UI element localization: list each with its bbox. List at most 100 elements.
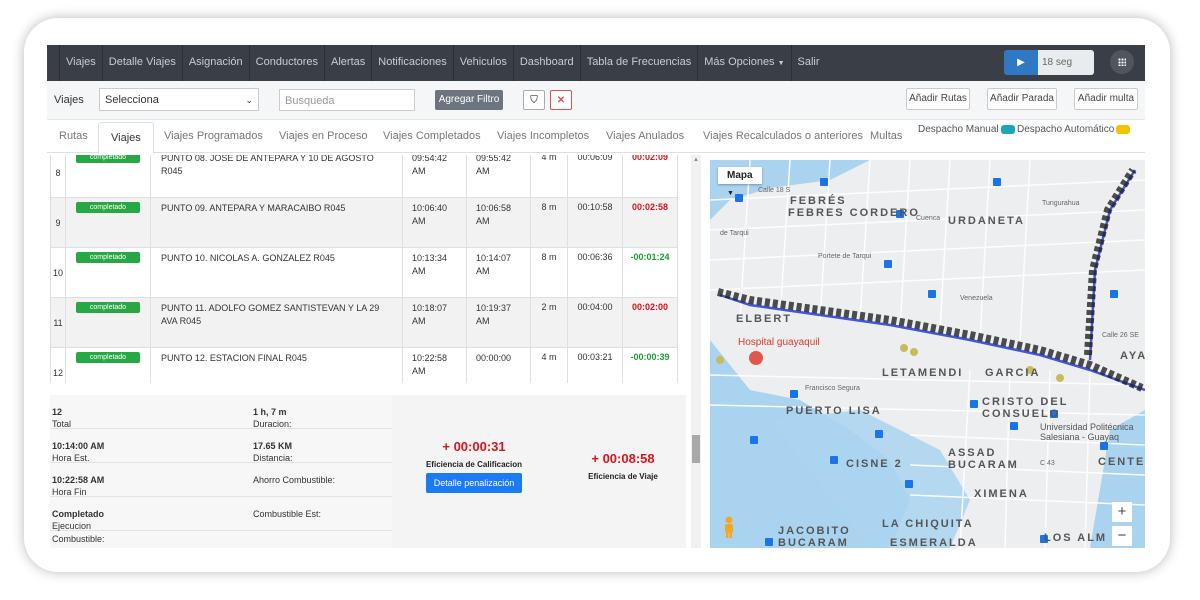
filter-button[interactable]: ⛉ [523, 90, 545, 110]
map-type-dropdown[interactable]: Mapa ▼ [718, 167, 762, 197]
hora-est: Hora Est. Fin Viaje: 10:14:00 AM [52, 441, 104, 473]
status-cell: completado [65, 155, 151, 198]
est-time-cell: 10:06:40 AM [402, 197, 467, 248]
refresh-timer: 18 seg [1038, 50, 1094, 75]
add-filter-button[interactable]: Agregar Filtro [435, 90, 503, 110]
street-label: de Tarqui [720, 230, 749, 237]
status-cell: completado [65, 297, 151, 348]
nav-item-conductores[interactable]: Conductores [248, 45, 324, 81]
total-tareas: Total de Tareas: 12 [52, 407, 82, 449]
status-badge: completado [76, 202, 140, 213]
street-label: Francisco Segura [805, 385, 860, 392]
duration-cell: 00:10:58 [567, 197, 623, 248]
map-label: FEBRES CORDERO [788, 207, 920, 219]
total-tareas-value: 12 [52, 407, 63, 417]
viajes-select-value: Selecciona [105, 94, 159, 106]
map-label: URDANETA [948, 215, 1025, 227]
play-button[interactable]: ▶ [1004, 50, 1038, 75]
summary-row: Ejecucion Ruta: Completado Combustible E… [50, 497, 392, 541]
tab-bar: Rutas Viajes Viajes Programados Viajes e… [47, 120, 1145, 154]
despacho-manual-legend: Despacho Manual [918, 124, 1015, 135]
clear-filter-button[interactable]: ✕ [550, 90, 572, 110]
diff-cell: -00:00:39 [622, 347, 678, 383]
tab-viajes-anulados[interactable]: Viajes Anulados [606, 120, 684, 152]
nav-item-mas-opciones[interactable]: Más Opciones ▼ [697, 45, 790, 81]
summary-row: Total de Tareas: 12 Duracion: 1 h, 7 m [50, 395, 392, 449]
summary-grid: Total de Tareas: 12 Duracion: 1 h, 7 m H… [50, 395, 392, 548]
route-map[interactable]: Mapa ▼ FEBRÉS FEBRES CORDERO URDANETA LE… [710, 160, 1145, 548]
punto-cell: PUNTO 09. ANTEPARA Y MARACAIBO R045 [150, 197, 403, 248]
nav-item-detalle-viajes[interactable]: Detalle Viajes [101, 45, 182, 81]
viajes-select[interactable]: Selecciona ⌄ [99, 88, 259, 111]
nav-item-salir[interactable]: Salir [790, 45, 826, 81]
chevron-down-icon: ⌄ [245, 95, 253, 105]
street-label: Tungurahua [1042, 200, 1080, 207]
calificacion-efficiency: + 00:00:31 Eficiencia de Calificacion De… [410, 439, 538, 493]
nav-item-notificaciones[interactable]: Notificaciones [371, 45, 452, 81]
nav-item-dashboard[interactable]: Dashboard [512, 45, 580, 81]
duracion-value: 1 h, 7 m [253, 407, 287, 417]
hora-fin-value: 10:22:58 AM [52, 475, 105, 485]
tab-viajes[interactable]: Viajes [98, 122, 154, 154]
apps-grid-button[interactable] [1110, 50, 1134, 74]
tab-multas[interactable]: Multas [870, 120, 902, 152]
tab-viajes-incompletos[interactable]: Viajes Incompletos [497, 120, 589, 152]
despacho-auto-label: Despacho Automático [1017, 124, 1115, 135]
pegman-icon[interactable] [722, 516, 736, 538]
real-time: 09:55:42 [476, 155, 512, 163]
zoom-in-button[interactable]: + [1112, 502, 1132, 522]
real-time-cell: 00:00:00 [466, 347, 531, 383]
summary-row: Hora Est. Fin Viaje: 10:14:00 AM Distanc… [50, 429, 392, 473]
zoom-out-button[interactable]: − [1112, 526, 1132, 546]
real-time: 10:06:58 [476, 203, 512, 213]
caret-down-icon: ▼ [777, 60, 785, 67]
add-routes-button[interactable]: Añadir Rutas [906, 88, 970, 110]
distancia: Distancia: 17.65 KM [253, 441, 293, 463]
despacho-manual-swatch [1000, 124, 1015, 134]
minutes-cell: 8 m [530, 247, 568, 298]
tab-viajes-programados[interactable]: Viajes Programados [164, 120, 263, 152]
panel-scrollbar[interactable]: ▲ [691, 155, 701, 548]
search-input[interactable]: Busqueda [279, 89, 415, 111]
est-ampm: AM [412, 316, 426, 326]
duration-cell: 00:06:09 [567, 155, 623, 198]
minutes-cell: 4 m [530, 155, 568, 198]
row-number: 8 [50, 155, 66, 198]
punto-cell: PUNTO 08. JOSE DE ANTEPARA Y 10 DE AGOST… [150, 155, 403, 198]
est-time: 10:22:58 [412, 353, 448, 363]
tab-viajes-recalculados[interactable]: Viajes Recalculados o anteriores [703, 120, 863, 152]
viaje-efficiency: + 00:08:58 Eficiencia de Viaje [574, 451, 672, 481]
distancia-label: Distancia: [253, 453, 293, 463]
nav-item-viajes[interactable]: Viajes [59, 45, 102, 81]
stops-table-wrap: 8 completado PUNTO 08. JOSE DE ANTEPARA … [50, 155, 686, 383]
est-time: 09:54:42 [412, 155, 448, 163]
est-time-cell: 10:18:07 AM [402, 297, 467, 348]
hospital-label: Hospital guayaquil [738, 337, 820, 348]
map-label: PUERTO LISA [786, 405, 882, 417]
real-ampm: AM [476, 316, 490, 326]
add-fine-button[interactable]: Añadir multa [1074, 88, 1138, 110]
nav-item-vehiculos[interactable]: Vehiculos [452, 45, 513, 81]
diff-cell: 00:02:00 [622, 297, 678, 348]
status-badge: completado [76, 302, 140, 313]
tab-viajes-completados[interactable]: Viajes Completados [383, 120, 481, 152]
despacho-auto-swatch [1116, 124, 1131, 134]
table-row: 12 completado PUNTO 12. ESTACION FINAL R… [50, 347, 678, 383]
nav-item-tabla-frecuencias[interactable]: Tabla de Frecuencias [579, 45, 698, 81]
nav-item-alertas[interactable]: Alertas [324, 45, 371, 81]
university-label: Universidad Politécnica Salesiana - Guay… [1040, 422, 1134, 442]
scrollbar-thumb[interactable] [692, 435, 700, 463]
add-stop-button[interactable]: Añadir Parada [987, 88, 1057, 110]
stops-table: 8 completado PUNTO 08. JOSE DE ANTEPARA … [50, 155, 678, 383]
map-label: LETAMENDI [882, 367, 964, 379]
real-time-cell: 10:06:58 AM [466, 197, 531, 248]
nav-item-asignacion[interactable]: Asignación [181, 45, 249, 81]
tab-viajes-en-proceso[interactable]: Viajes en Proceso [279, 120, 367, 152]
combustible-est-label: Combustible Est: [253, 509, 322, 519]
tab-rutas[interactable]: Rutas [59, 120, 88, 152]
real-ampm: AM [476, 166, 490, 176]
penalty-detail-button[interactable]: Detalle penalización [425, 473, 523, 493]
punto-cell: PUNTO 12. ESTACION FINAL R045 [150, 347, 403, 383]
diff-cell: 00:02:58 [622, 197, 678, 248]
distancia-value: 17.65 KM [253, 441, 293, 451]
